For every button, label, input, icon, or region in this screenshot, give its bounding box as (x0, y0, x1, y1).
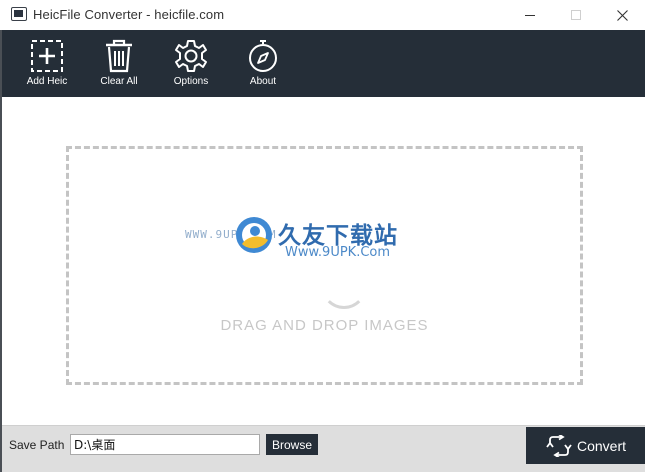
watermark: WWW.9UPK.COM 久友下载站 Www.9UPK.Com (185, 212, 425, 272)
maximize-icon (571, 10, 581, 20)
options-label: Options (173, 76, 209, 87)
save-path-label: Save Path (9, 438, 65, 452)
trash-icon (101, 38, 137, 74)
convert-icon (546, 434, 572, 457)
maximize-button[interactable] (553, 0, 599, 30)
window-title: HeicFile Converter - heicfile.com (33, 7, 225, 22)
toolbar: Add Heic Clear All Options About (0, 30, 645, 97)
minimize-icon (525, 14, 535, 16)
compass-icon (245, 38, 281, 74)
watermark-logo-icon (236, 217, 272, 253)
app-icon (11, 7, 27, 21)
watermark-url: Www.9UPK.Com (285, 245, 391, 260)
clear-all-button[interactable]: Clear All (84, 30, 154, 97)
gear-icon (173, 38, 209, 74)
bottom-bar: Save Path Browse Convert (0, 425, 645, 472)
minimize-button[interactable] (507, 0, 553, 30)
save-path-input[interactable] (70, 434, 260, 455)
options-button[interactable]: Options (156, 30, 226, 97)
window-left-edge (0, 30, 2, 472)
about-button[interactable]: About (228, 30, 298, 97)
drop-zone-text: DRAG AND DROP IMAGES (220, 317, 429, 334)
convert-label: Convert (577, 437, 627, 454)
title-bar: HeicFile Converter - heicfile.com (0, 0, 645, 30)
close-icon (616, 9, 628, 21)
add-heic-label: Add Heic (26, 76, 68, 87)
convert-button[interactable]: Convert (526, 427, 645, 464)
add-heic-button[interactable]: Add Heic (12, 30, 82, 97)
about-label: About (249, 76, 277, 87)
browse-button[interactable]: Browse (266, 434, 318, 455)
add-box-icon (29, 38, 65, 74)
close-button[interactable] (599, 0, 645, 30)
clear-all-label: Clear All (100, 76, 138, 87)
